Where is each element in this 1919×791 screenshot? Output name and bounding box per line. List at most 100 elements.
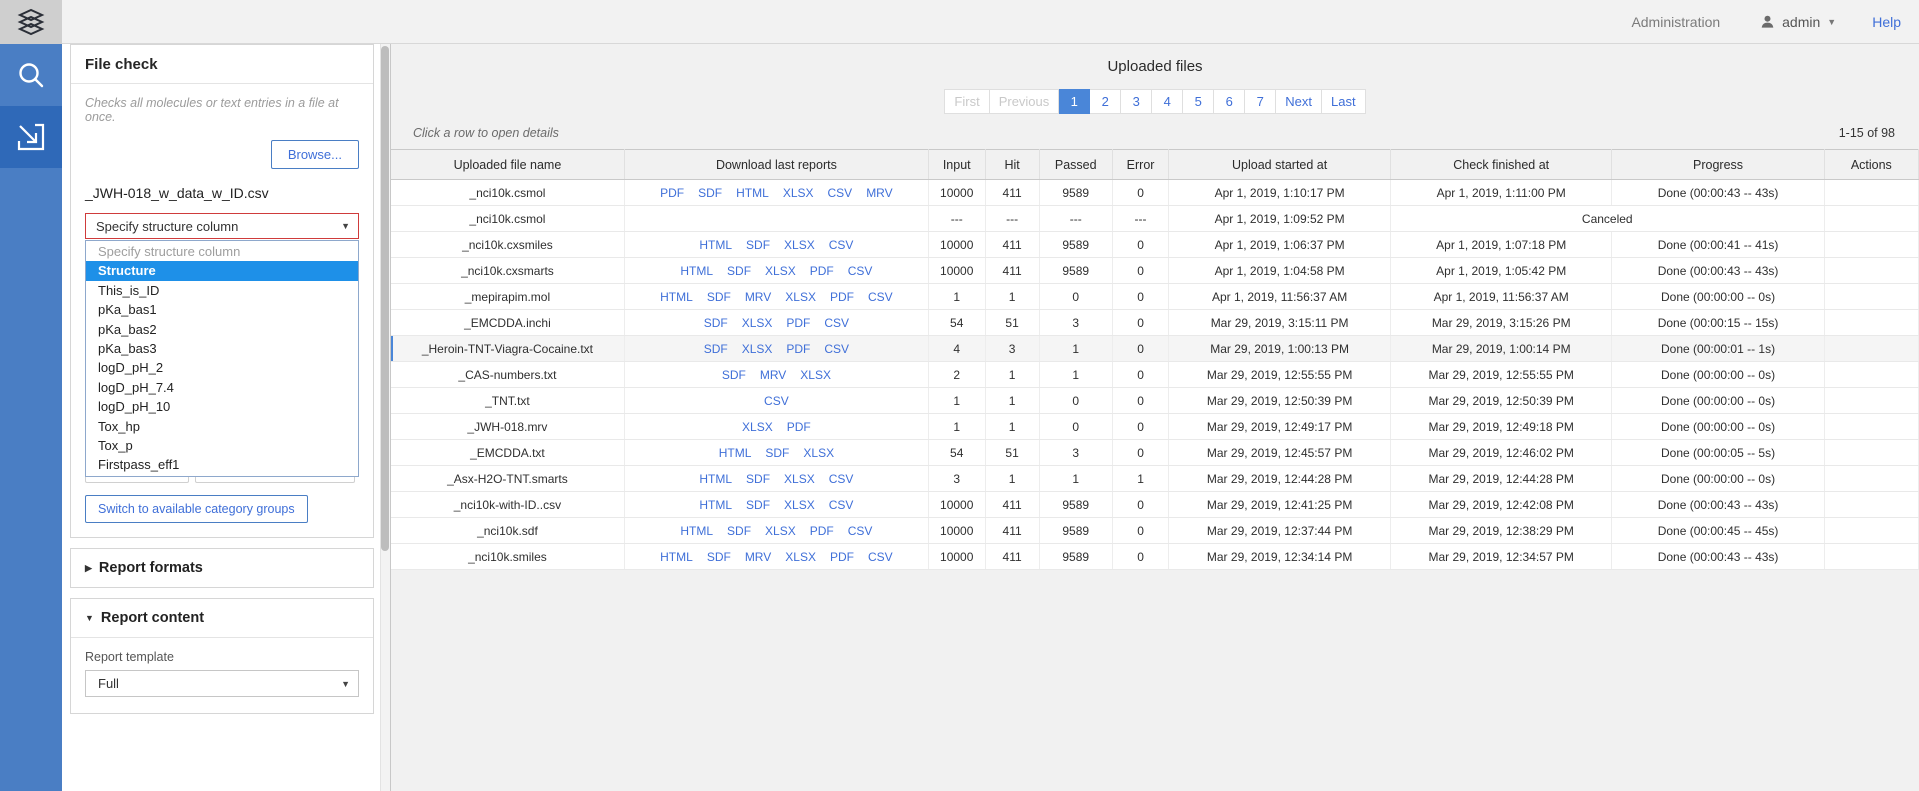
report-link-sdf[interactable]: SDF [698, 186, 722, 200]
cell-actions[interactable] [1824, 414, 1918, 440]
cell-actions[interactable] [1824, 492, 1918, 518]
report-link-html[interactable]: HTML [660, 550, 693, 564]
report-link-sdf[interactable]: SDF [707, 290, 731, 304]
cell-actions[interactable] [1824, 284, 1918, 310]
report-link-xlsx[interactable]: XLSX [783, 186, 814, 200]
table-row[interactable]: _nci10k.cxsmartsHTMLSDFXLSXPDFCSV1000041… [391, 258, 1919, 284]
report-link-sdf[interactable]: SDF [727, 524, 751, 538]
dropdown-option[interactable]: pKa_bas2 [86, 320, 358, 339]
dropdown-option[interactable]: pKa_bas3 [86, 339, 358, 358]
report-link-sdf[interactable]: SDF [722, 368, 746, 382]
cell-actions[interactable] [1824, 232, 1918, 258]
report-link-sdf[interactable]: SDF [746, 472, 770, 486]
table-row[interactable]: _Heroin-TNT-Viagra-Cocaine.txtSDFXLSXPDF… [391, 336, 1919, 362]
dropdown-option[interactable]: Tox_p [86, 436, 358, 455]
report-link-pdf[interactable]: PDF [830, 290, 854, 304]
table-row[interactable]: _Asx-H2O-TNT.smartsHTMLSDFXLSXCSV3111Mar… [391, 466, 1919, 492]
column-header[interactable]: Error [1112, 150, 1169, 180]
report-link-sdf[interactable]: SDF [727, 264, 751, 278]
report-link-sdf[interactable]: SDF [746, 498, 770, 512]
table-row[interactable]: _CAS-numbers.txtSDFMRVXLSX2110Mar 29, 20… [391, 362, 1919, 388]
dropdown-option[interactable]: Tox_hp [86, 417, 358, 436]
help-link[interactable]: Help [1872, 14, 1901, 30]
cell-actions[interactable] [1824, 310, 1918, 336]
table-row[interactable]: _JWH-018.mrvXLSXPDF1100Mar 29, 2019, 12:… [391, 414, 1919, 440]
report-link-mrv[interactable]: MRV [745, 290, 771, 304]
column-header[interactable]: Actions [1824, 150, 1918, 180]
column-header[interactable]: Progress [1612, 150, 1824, 180]
dropdown-option[interactable]: logD_pH_10 [86, 397, 358, 416]
report-content-header[interactable]: ▼ Report content [71, 599, 373, 637]
report-link-mrv[interactable]: MRV [760, 368, 786, 382]
pager-button-last[interactable]: Last [1322, 89, 1366, 114]
report-link-html[interactable]: HTML [719, 446, 752, 460]
table-row[interactable]: _nci10k.smilesHTMLSDFMRVXLSXPDFCSV100004… [391, 544, 1919, 570]
pager-button-3[interactable]: 3 [1121, 89, 1152, 114]
report-link-xlsx[interactable]: XLSX [742, 420, 773, 434]
report-link-pdf[interactable]: PDF [660, 186, 684, 200]
dropdown-option[interactable]: This_is_ID [86, 281, 358, 300]
report-link-xlsx[interactable]: XLSX [785, 550, 816, 564]
report-link-csv[interactable]: CSV [868, 290, 893, 304]
column-header[interactable]: Passed [1039, 150, 1112, 180]
cell-actions[interactable] [1824, 518, 1918, 544]
switch-category-groups-button[interactable]: Switch to available category groups [85, 495, 308, 523]
pager-button-5[interactable]: 5 [1183, 89, 1214, 114]
cell-actions[interactable] [1824, 388, 1918, 414]
report-link-html[interactable]: HTML [699, 238, 732, 252]
left-panel-scroll-thumb[interactable] [381, 46, 389, 551]
report-link-mrv[interactable]: MRV [745, 550, 771, 564]
import-arrow-icon[interactable] [0, 106, 62, 168]
report-link-sdf[interactable]: SDF [704, 316, 728, 330]
browse-button[interactable]: Browse... [271, 140, 359, 169]
structure-column-select[interactable]: Specify structure column ▼ [85, 213, 359, 239]
report-link-html[interactable]: HTML [736, 186, 769, 200]
report-link-xlsx[interactable]: XLSX [742, 342, 773, 356]
report-link-xlsx[interactable]: XLSX [742, 316, 773, 330]
report-link-html[interactable]: HTML [680, 264, 713, 278]
cell-actions[interactable] [1824, 362, 1918, 388]
report-link-html[interactable]: HTML [699, 498, 732, 512]
cell-actions[interactable] [1824, 180, 1918, 206]
pager-button-6[interactable]: 6 [1214, 89, 1245, 114]
report-link-xlsx[interactable]: XLSX [784, 238, 815, 252]
column-header[interactable]: Check finished at [1390, 150, 1612, 180]
report-link-sdf[interactable]: SDF [704, 342, 728, 356]
table-row[interactable]: _EMCDDA.inchiSDFXLSXPDFCSV545130Mar 29, … [391, 310, 1919, 336]
column-header[interactable]: Hit [985, 150, 1039, 180]
pager-button-4[interactable]: 4 [1152, 89, 1183, 114]
table-row[interactable]: _nci10k.sdfHTMLSDFXLSXPDFCSV100004119589… [391, 518, 1919, 544]
report-link-csv[interactable]: CSV [829, 238, 854, 252]
table-row[interactable]: _nci10k.csmol------------Apr 1, 2019, 1:… [391, 206, 1919, 232]
administration-link[interactable]: Administration [1631, 14, 1720, 30]
dropdown-option[interactable]: Specify structure column [86, 242, 358, 261]
pager-button-2[interactable]: 2 [1090, 89, 1121, 114]
dropdown-option[interactable]: logD_pH_2 [86, 358, 358, 377]
report-link-pdf[interactable]: PDF [786, 342, 810, 356]
report-link-csv[interactable]: CSV [764, 394, 789, 408]
dropdown-option[interactable]: Structure [86, 261, 358, 280]
report-link-csv[interactable]: CSV [824, 316, 849, 330]
report-link-csv[interactable]: CSV [829, 498, 854, 512]
report-link-xlsx[interactable]: XLSX [765, 264, 796, 278]
report-link-csv[interactable]: CSV [829, 472, 854, 486]
report-link-pdf[interactable]: PDF [810, 524, 834, 538]
table-row[interactable]: _TNT.txtCSV1100Mar 29, 2019, 12:50:39 PM… [391, 388, 1919, 414]
report-link-csv[interactable]: CSV [824, 342, 849, 356]
report-link-html[interactable]: HTML [680, 524, 713, 538]
report-link-sdf[interactable]: SDF [746, 238, 770, 252]
search-icon[interactable] [0, 44, 62, 106]
report-link-sdf[interactable]: SDF [765, 446, 789, 460]
report-template-select[interactable]: Full ▼ [85, 670, 359, 697]
report-link-pdf[interactable]: PDF [786, 316, 810, 330]
report-link-xlsx[interactable]: XLSX [800, 368, 831, 382]
report-link-xlsx[interactable]: XLSX [784, 472, 815, 486]
structure-column-dropdown[interactable]: Specify structure columnStructureThis_is… [85, 240, 359, 477]
report-link-csv[interactable]: CSV [868, 550, 893, 564]
report-link-pdf[interactable]: PDF [787, 420, 811, 434]
cell-actions[interactable] [1824, 466, 1918, 492]
table-row[interactable]: _EMCDDA.txtHTMLSDFXLSX545130Mar 29, 2019… [391, 440, 1919, 466]
cell-actions[interactable] [1824, 544, 1918, 570]
column-header[interactable]: Upload started at [1169, 150, 1391, 180]
column-header[interactable]: Download last reports [624, 150, 928, 180]
